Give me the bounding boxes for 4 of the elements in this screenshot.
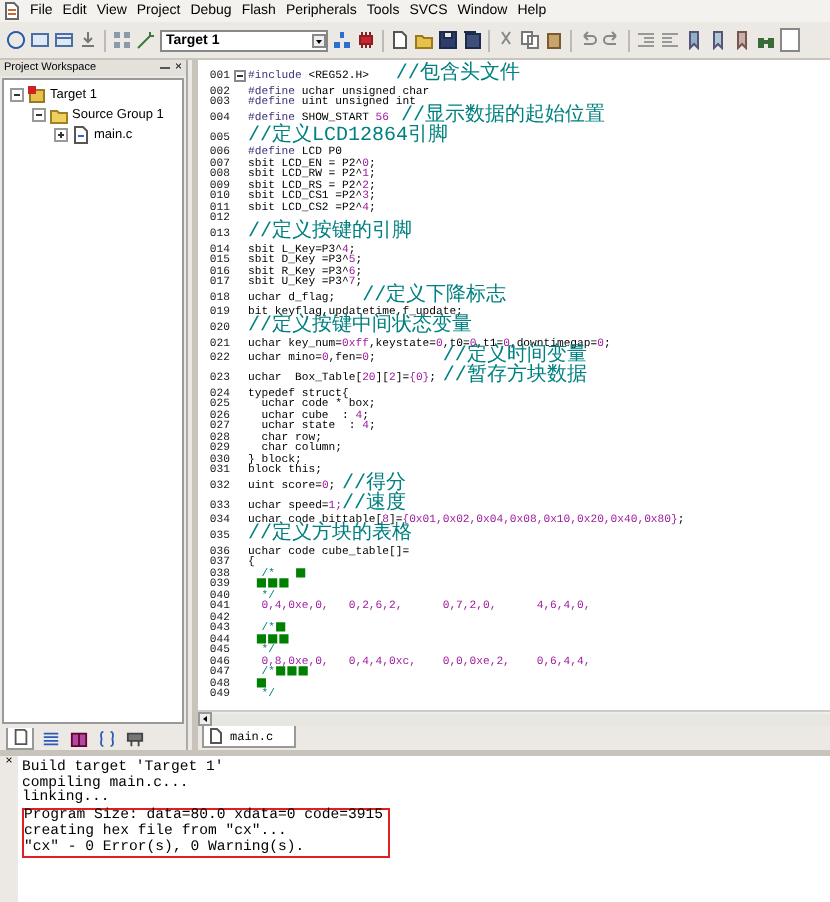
- code-line: //定义按键中间状态变量: [248, 317, 473, 338]
- code-line: //定义按键的引脚: [248, 223, 413, 244]
- code-line: //定义方块的表格: [248, 525, 413, 546]
- code-line: //定义LCD12864引脚: [248, 127, 449, 147]
